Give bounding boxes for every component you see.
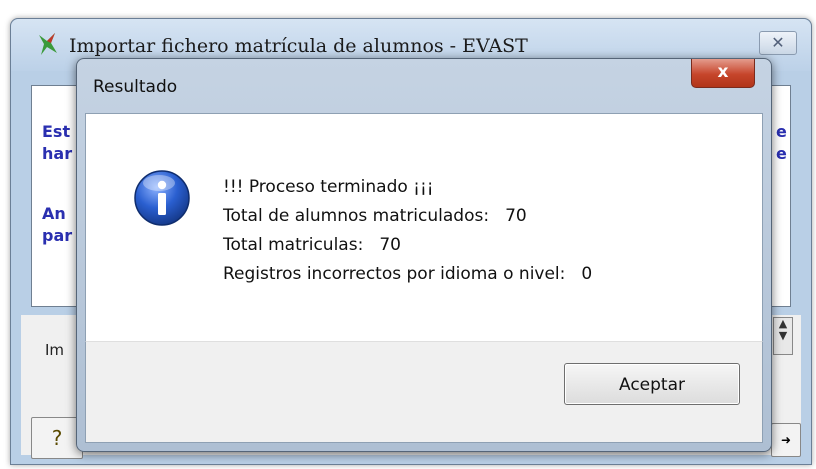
background-close-button[interactable]: ✕: [759, 31, 797, 55]
close-icon: x: [717, 62, 729, 82]
process-finished-text: !!! Proceso terminado ¡¡¡: [223, 177, 434, 197]
enrolled-students-label: Total de alumnos matriculados:: [223, 206, 490, 226]
background-spinner[interactable]: ▲ ▼: [773, 317, 793, 355]
background-panel-fragment: e: [776, 144, 787, 163]
arrow-icon: ➜: [780, 433, 792, 447]
incorrect-records-label: Registros incorrectos por idioma o nivel…: [223, 264, 566, 284]
help-icon: ?: [51, 426, 63, 450]
result-message: !!! Proceso terminado ¡¡¡ Total de alumn…: [223, 173, 592, 289]
background-panel-line: An: [42, 204, 66, 223]
enrolled-students-value: 70: [505, 206, 527, 226]
background-panel-line: Est: [42, 122, 71, 141]
background-panel-line: har: [42, 144, 73, 163]
incorrect-records-value: 0: [581, 264, 593, 284]
total-enrollments-label: Total matriculas:: [223, 235, 364, 255]
background-panel-fragment: e: [776, 122, 787, 141]
hummingbird-app-icon: [39, 33, 57, 55]
background-window-title: Importar fichero matrícula de alumnos - …: [69, 35, 528, 57]
dialog-title: Resultado: [93, 77, 178, 97]
background-panel-line: par: [42, 226, 73, 245]
dialog-close-button[interactable]: x: [691, 59, 755, 88]
info-icon: [134, 170, 190, 226]
background-lower-label: Im: [45, 341, 65, 359]
background-action-button[interactable]: ➜: [771, 423, 801, 457]
enrolled-students-row: Total de alumnos matriculados: 70: [223, 202, 592, 231]
total-enrollments-value: 70: [379, 235, 401, 255]
result-dialog: Resultado x !!! Proceso terminado ¡¡¡ To…: [76, 58, 772, 452]
incorrect-records-row: Registros incorrectos por idioma o nivel…: [223, 260, 592, 289]
accept-button[interactable]: Aceptar: [564, 363, 740, 405]
total-enrollments-row: Total matriculas: 70: [223, 231, 592, 260]
